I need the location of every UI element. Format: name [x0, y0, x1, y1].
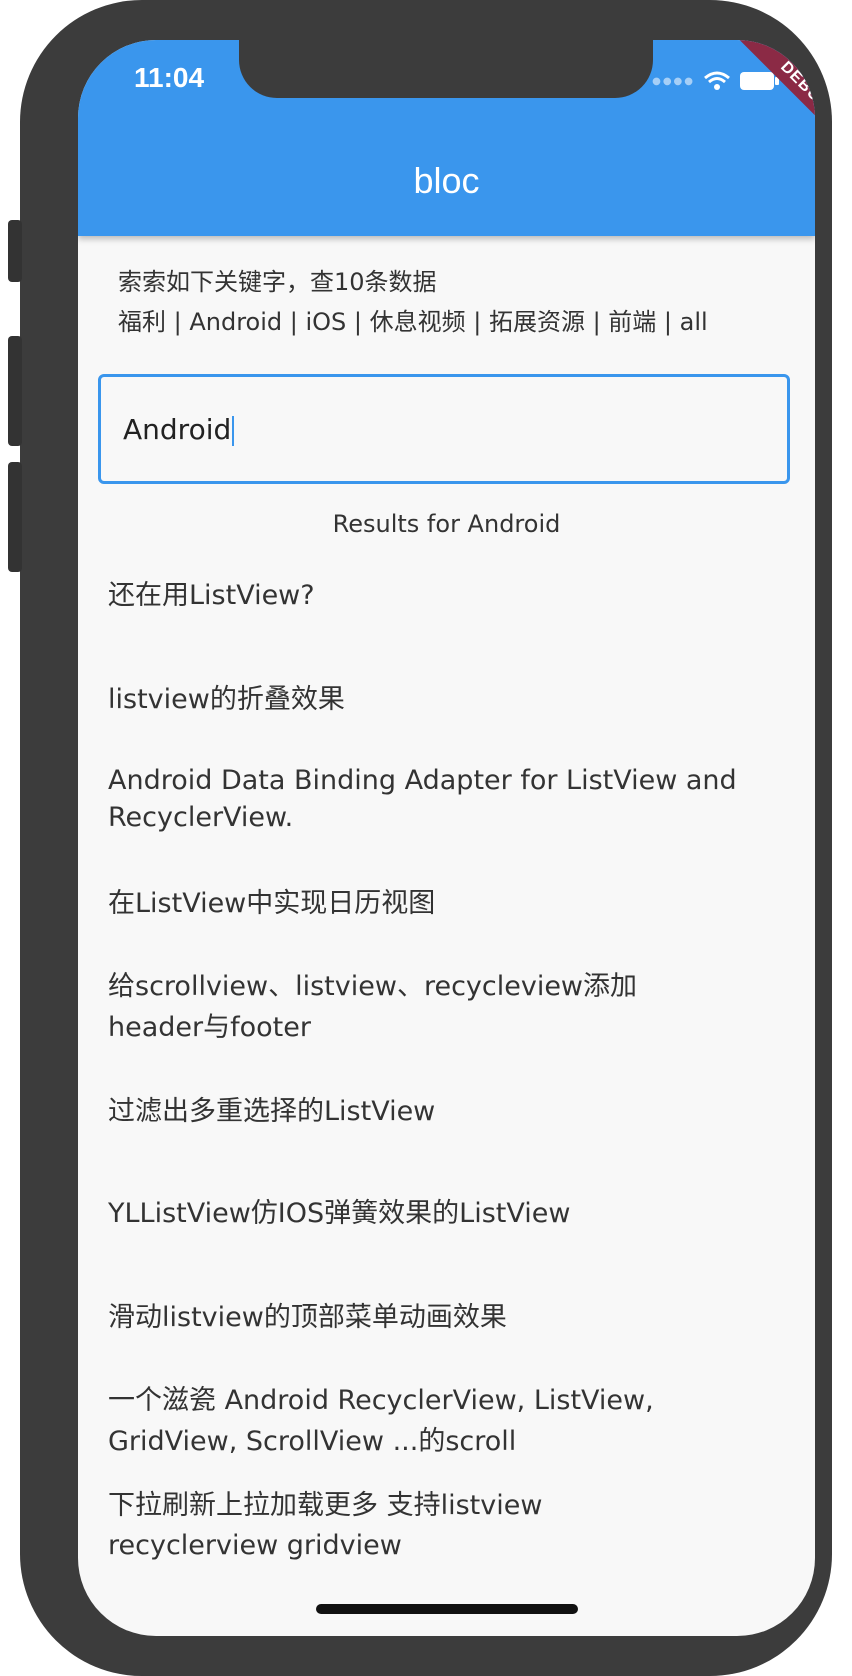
search-hint-text: 索索如下关键字，查10条数据	[118, 268, 437, 296]
search-input-value[interactable]: Android	[123, 413, 235, 446]
list-item[interactable]: YLListView仿IOS弹簧效果的ListView	[108, 1194, 768, 1234]
search-input-text: Android	[123, 413, 232, 446]
app-bar: 11:04 ●●●● bloc	[78, 40, 815, 236]
list-item[interactable]: 滑动listview的顶部菜单动画效果	[108, 1298, 768, 1338]
text-cursor	[232, 416, 235, 446]
volume-up-button	[8, 336, 22, 446]
page-title: bloc	[413, 160, 480, 201]
status-icons: ●●●●	[652, 70, 781, 92]
silent-switch	[8, 220, 22, 282]
results-label: Results for Android	[332, 510, 561, 538]
device-frame: 11:04 ●●●● bloc DEBUG 索索如下关键字，查10条数据 福利 …	[8, 0, 832, 1676]
volume-down-button	[8, 462, 22, 572]
list-item[interactable]: Android Data Binding Adapter for ListVie…	[108, 762, 768, 836]
home-indicator[interactable]	[316, 1604, 578, 1614]
list-item[interactable]: 过滤出多重选择的ListView	[108, 1092, 768, 1132]
signal-icon: ●●●●	[652, 75, 695, 87]
search-keywords-text: 福利 | Android | iOS | 休息视频 | 拓展资源 | 前端 | …	[118, 308, 708, 336]
screen: 11:04 ●●●● bloc DEBUG 索索如下关键字，查10条数据 福利 …	[78, 40, 815, 1636]
wifi-icon	[704, 71, 730, 90]
list-item[interactable]: 还在用ListView?	[108, 576, 768, 616]
search-input[interactable]: Android	[98, 374, 790, 484]
list-item[interactable]: 下拉刷新上拉加载更多 支持listview recyclerview gridv…	[108, 1486, 628, 1566]
status-time: 11:04	[134, 62, 205, 93]
list-item[interactable]: 给scrollview、listview、recycleview添加header…	[108, 966, 688, 1048]
list-item[interactable]: listview的折叠效果	[108, 680, 768, 720]
list-item[interactable]: 一个滋瓷 Android RecyclerView, ListView, Gri…	[108, 1380, 728, 1462]
device-notch	[239, 40, 653, 98]
list-item[interactable]: 在ListView中实现日历视图	[108, 884, 768, 924]
